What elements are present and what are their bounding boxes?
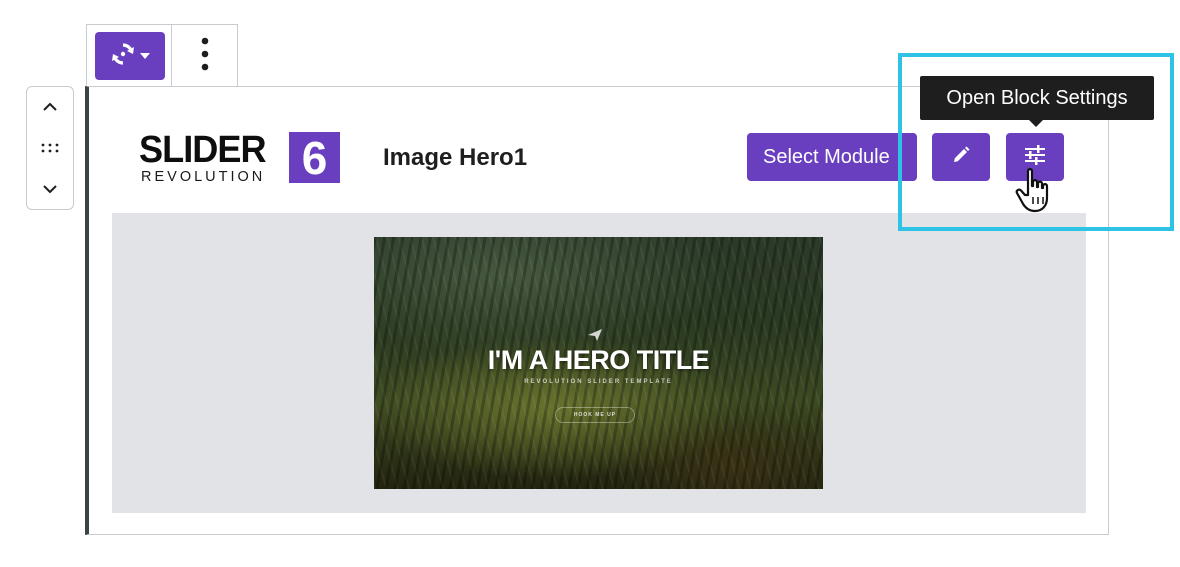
move-down-button[interactable] [30, 172, 70, 206]
tooltip: Open Block Settings [920, 76, 1154, 120]
hand-pointer-icon [1015, 168, 1049, 213]
chevron-up-icon [43, 102, 57, 112]
logo-subtitle: REVOLUTION [141, 169, 266, 185]
hero-button: HOOK ME UP [555, 407, 635, 423]
block-mover [26, 86, 74, 210]
paper-plane-icon [588, 329, 602, 341]
vertical-ellipsis-icon [201, 37, 209, 76]
move-up-button[interactable] [30, 90, 70, 124]
hero-title: I'M A HERO TITLE [487, 345, 710, 375]
caret-down-icon [140, 47, 150, 65]
block-toolbar [86, 24, 238, 87]
logo-word: SLIDER [139, 129, 267, 171]
tooltip-arrow [1029, 120, 1043, 127]
drag-handle[interactable] [30, 131, 70, 165]
block-transform-button[interactable] [95, 32, 165, 80]
logo-number: 6 [289, 132, 340, 183]
more-options-button[interactable] [172, 25, 238, 87]
slider-preview-area: I'M A HERO TITLE REVOLUTION SLIDER TEMPL… [112, 213, 1086, 513]
slider-revolution-logo: SLIDER REVOLUTION 6 [139, 131, 345, 187]
chevron-down-icon [43, 184, 57, 194]
transform-loop-icon [110, 41, 136, 72]
select-module-button[interactable]: Select Module [747, 133, 917, 181]
module-title: Image Hero1 [383, 144, 528, 171]
hero-preview-image: I'M A HERO TITLE REVOLUTION SLIDER TEMPL… [374, 237, 823, 489]
hero-subtitle: REVOLUTION SLIDER TEMPLATE [524, 379, 673, 385]
drag-handle-icon [41, 143, 59, 153]
